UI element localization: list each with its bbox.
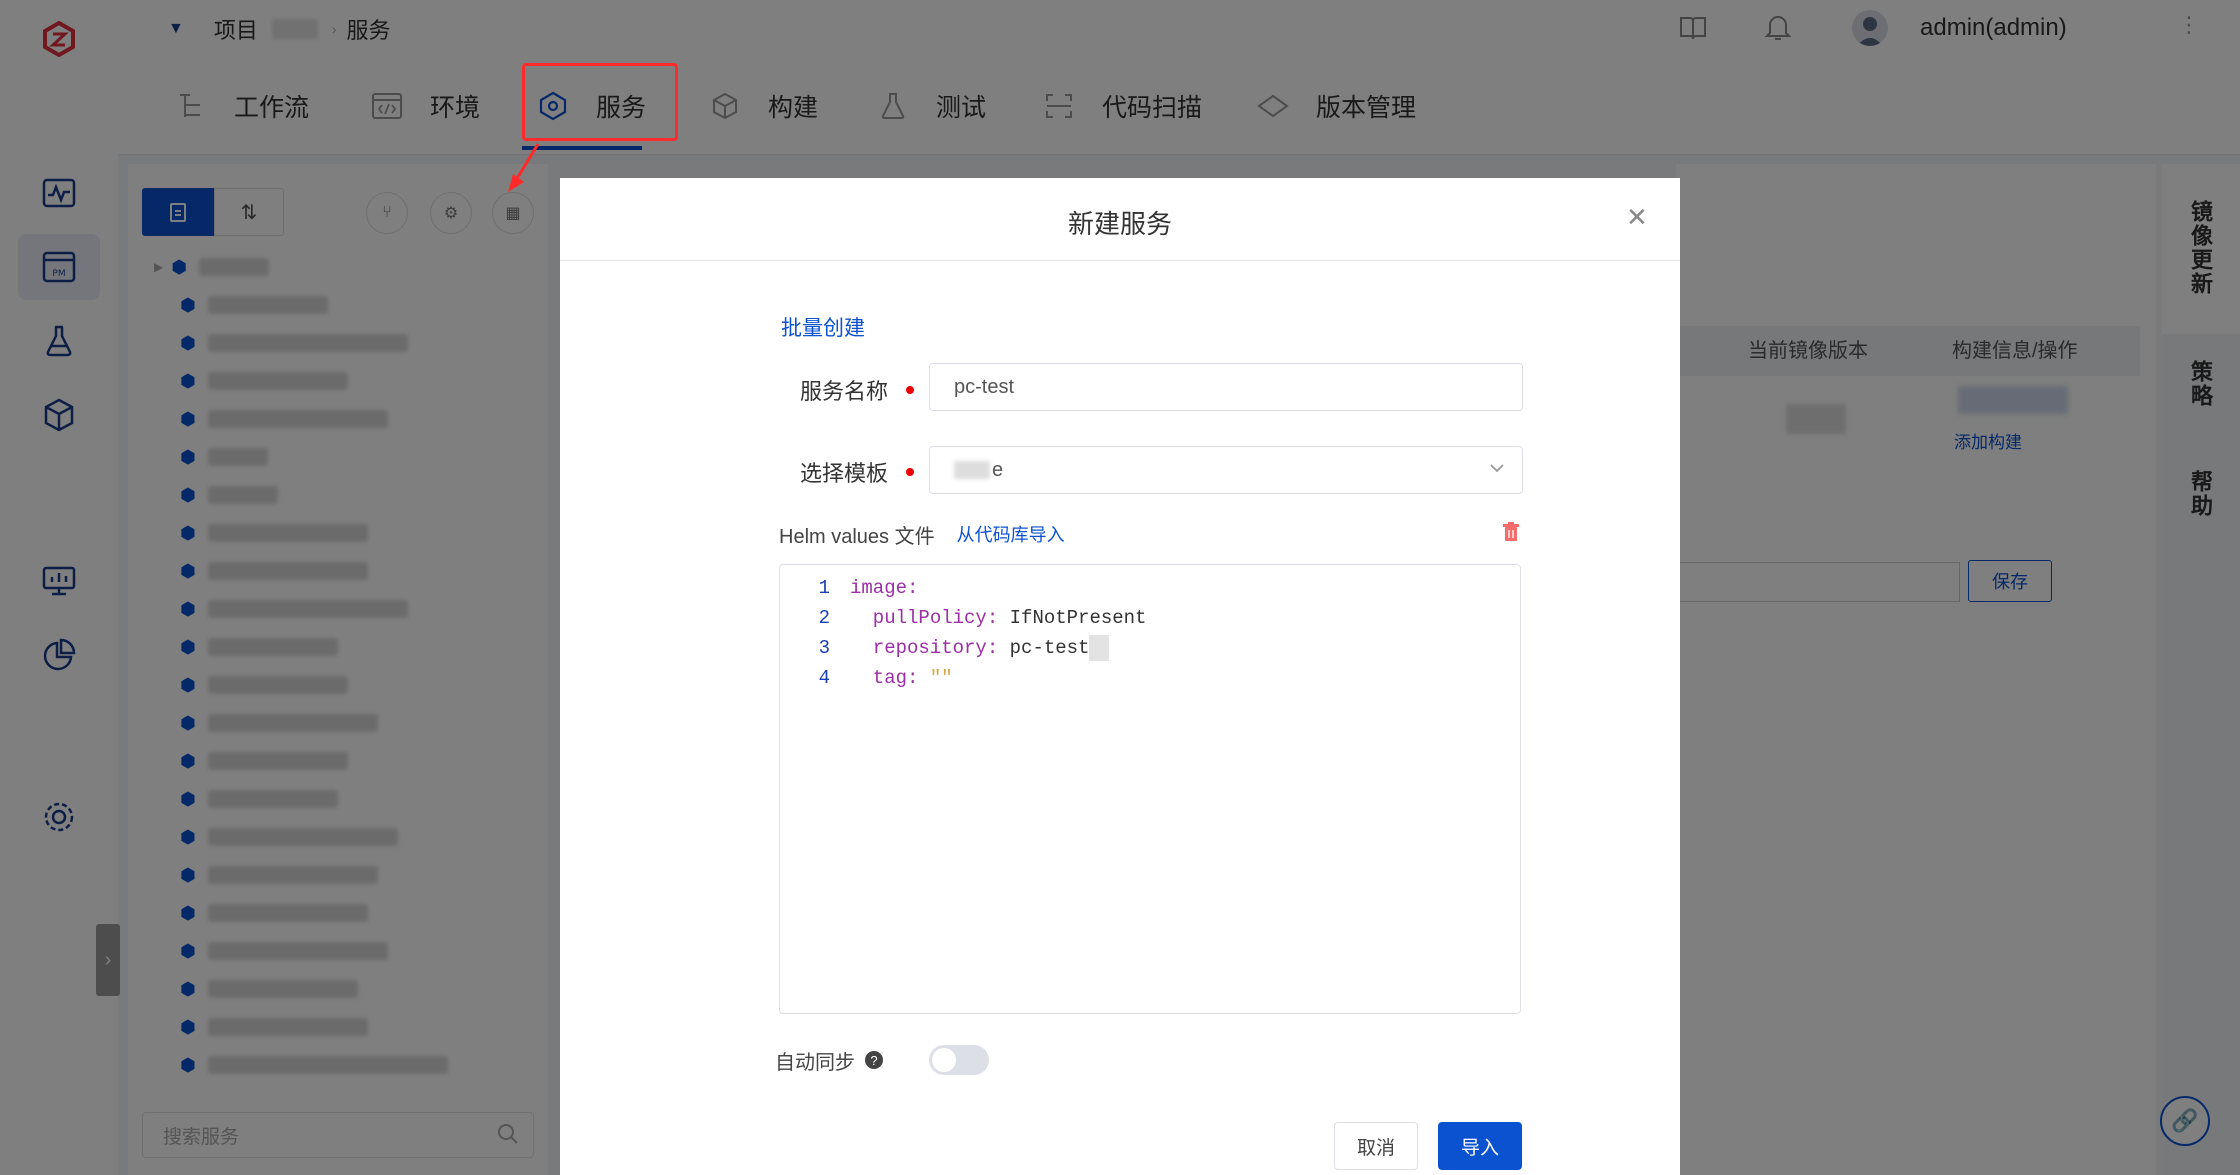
service-name-input[interactable]: pc-test xyxy=(929,363,1523,411)
cancel-button[interactable]: 取消 xyxy=(1334,1122,1418,1170)
code-value: IfNotPresent xyxy=(998,607,1147,629)
line-number: 4 xyxy=(818,667,830,689)
auto-sync-label: 自动同步 xyxy=(775,1051,855,1074)
import-from-repo-link[interactable]: 从代码库导入 xyxy=(957,521,1065,547)
close-icon[interactable]: ✕ xyxy=(1626,202,1648,233)
code-line: 3 repository: pc-test xyxy=(780,633,1110,663)
blurred-template-name xyxy=(954,461,990,479)
dialog-header: 新建服务 ✕ xyxy=(560,178,1680,261)
template-select[interactable]: e xyxy=(929,446,1523,494)
template-value: e xyxy=(992,458,1004,481)
template-label: 选择模板 xyxy=(800,461,889,486)
code-value: "" xyxy=(918,667,953,689)
batch-create-link[interactable]: 批量创建 xyxy=(781,312,865,342)
code-key: pullPolicy: xyxy=(850,607,999,629)
annotation-arrow-icon xyxy=(508,143,540,192)
line-number: 3 xyxy=(818,637,830,659)
code-key: image: xyxy=(850,577,919,599)
helm-values-editor[interactable]: 1 image: 2 pullPolicy: IfNotPresent 3 re… xyxy=(779,564,1521,1014)
line-number: 1 xyxy=(818,577,830,599)
required-mark xyxy=(906,386,915,394)
blurred-repo-suffix xyxy=(1089,635,1110,661)
dialog-title: 新建服务 xyxy=(1067,209,1172,239)
code-line: 4 tag: "" xyxy=(780,663,953,693)
helm-values-label: Helm values 文件 xyxy=(779,525,935,548)
delete-trash-icon[interactable] xyxy=(1502,522,1520,547)
new-service-dialog: 新建服务 ✕ 批量创建 服务名称 pc-test 选择模板 e Helm val… xyxy=(560,178,1680,1175)
toggle-knob xyxy=(932,1048,956,1072)
import-button[interactable]: 导入 xyxy=(1438,1122,1522,1170)
service-name-label: 服务名称 xyxy=(800,379,889,404)
annotation-highlight-box xyxy=(522,63,678,141)
code-key: tag: xyxy=(850,667,919,689)
code-line: 2 pullPolicy: IfNotPresent xyxy=(780,603,1147,633)
code-line: 1 image: xyxy=(780,573,919,603)
line-number: 2 xyxy=(818,607,830,629)
auto-sync-toggle[interactable] xyxy=(929,1045,989,1075)
service-name-value: pc-test xyxy=(954,375,1015,398)
code-key: repository: xyxy=(850,637,999,659)
required-mark xyxy=(906,468,915,476)
chevron-down-icon xyxy=(1488,459,1506,483)
help-question-icon[interactable]: ? xyxy=(865,1051,883,1069)
code-value: pc-test xyxy=(998,637,1090,659)
